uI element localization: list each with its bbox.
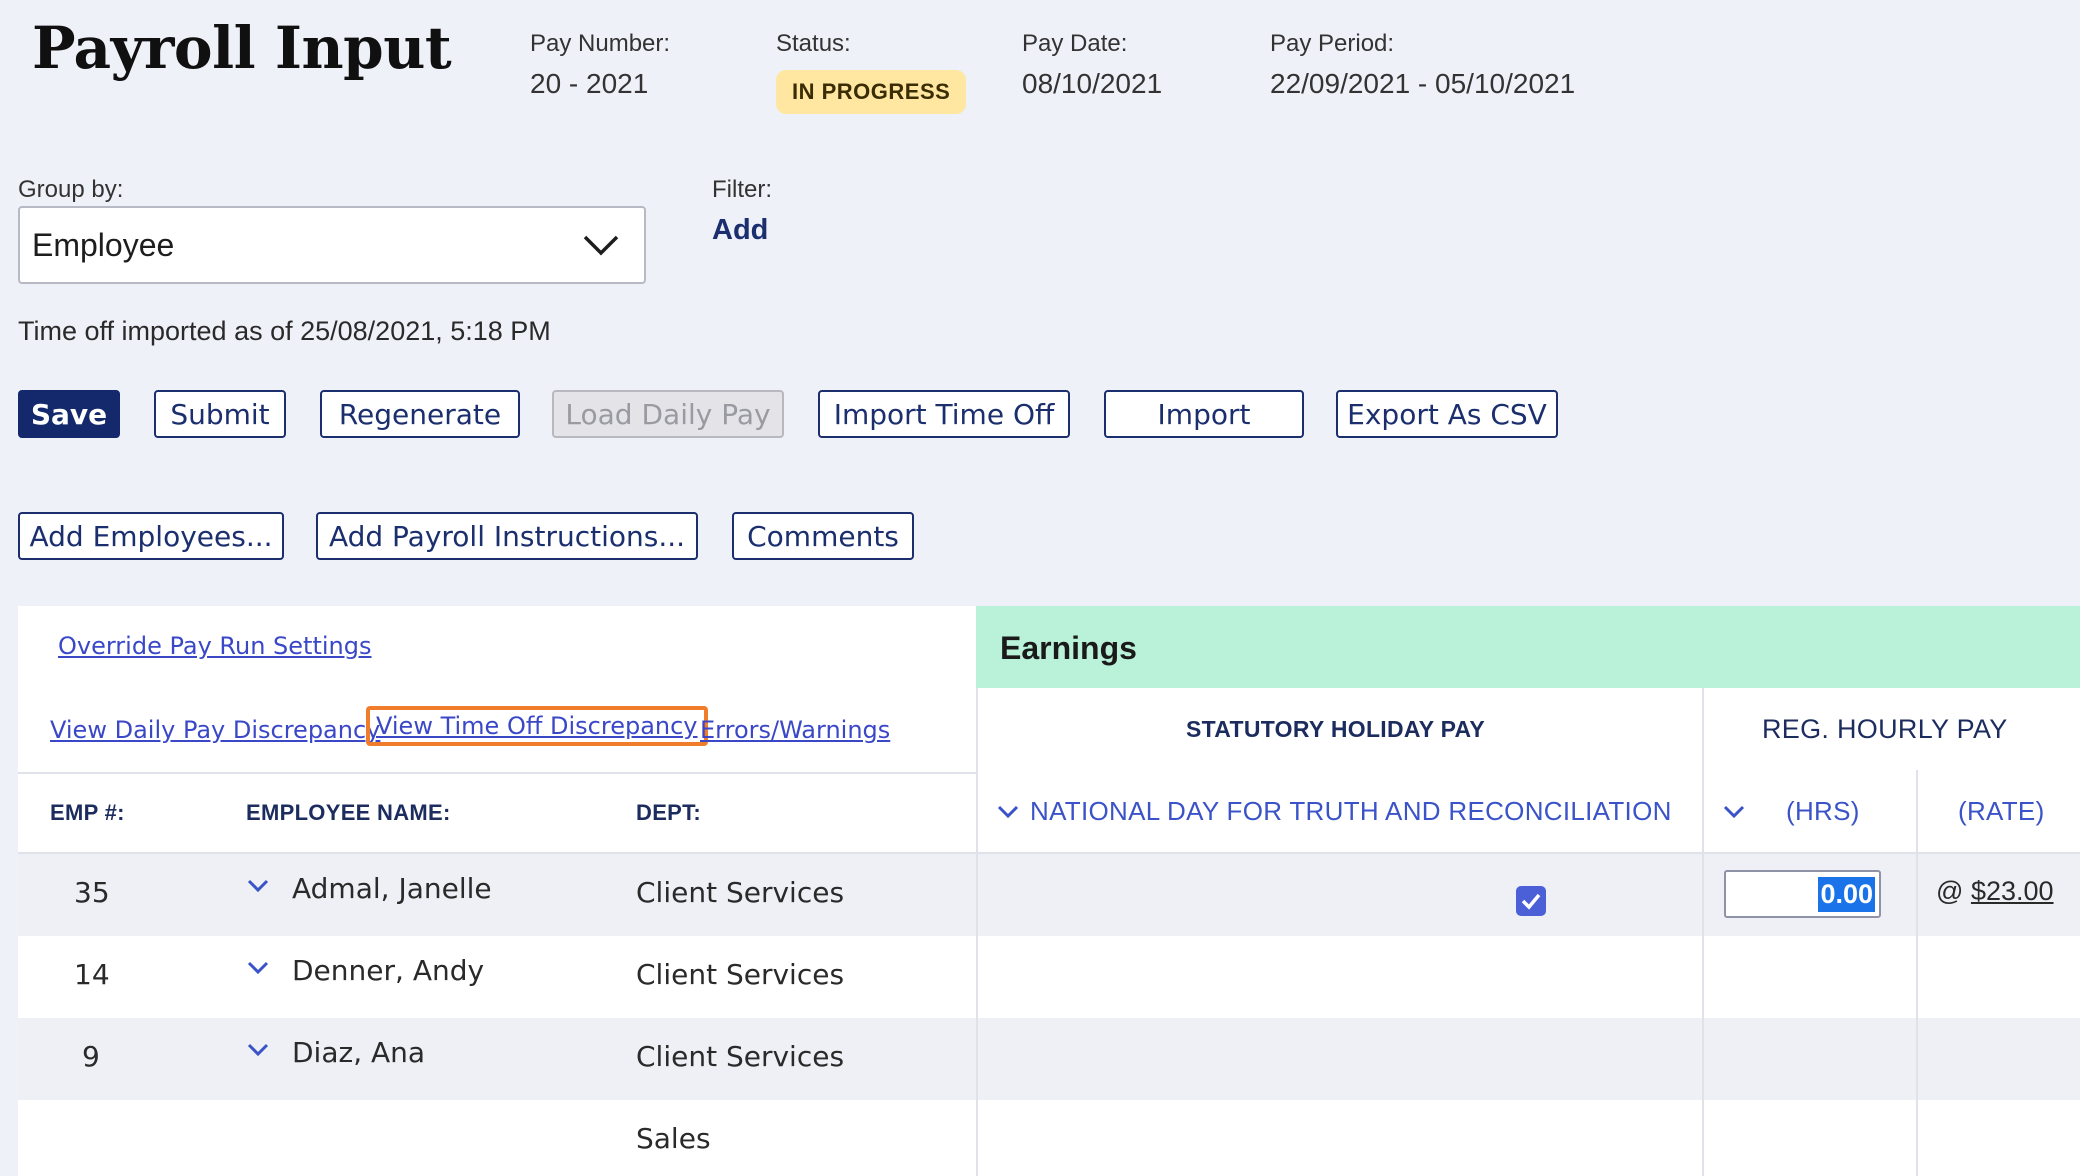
divider: [1916, 770, 1918, 1176]
import-time-off-button[interactable]: Import Time Off: [818, 390, 1070, 438]
comments-button[interactable]: Comments: [732, 512, 914, 560]
col-header-reg-hourly: REG. HOURLY PAY: [1762, 714, 2008, 744]
export-csv-button[interactable]: Export As CSV: [1336, 390, 1558, 438]
pay-period-label: Pay Period:: [1270, 30, 1395, 57]
regenerate-button[interactable]: Regenerate: [320, 390, 520, 438]
page-title: Payroll Input: [32, 14, 452, 82]
status-badge: IN PROGRESS: [776, 70, 967, 114]
col-header-dept[interactable]: DEPT:: [636, 800, 701, 826]
time-off-discrepancy-highlight: View Time Off Discrepancy: [366, 706, 708, 746]
row-dept: Sales: [636, 1122, 711, 1155]
chevron-down-icon[interactable]: [246, 878, 270, 894]
daily-pay-discrepancy-link[interactable]: View Daily Pay Discrepancy: [50, 716, 380, 744]
row-emp-number: 14: [74, 958, 110, 991]
pay-number-label: Pay Number:: [530, 30, 671, 57]
pay-number-value: 20 - 2021: [530, 68, 649, 99]
filter-label: Filter:: [712, 176, 772, 203]
col-header-statutory-holiday: STATUTORY HOLIDAY PAY: [1186, 716, 1485, 742]
import-button[interactable]: Import: [1104, 390, 1304, 438]
pay-date-label: Pay Date:: [1022, 30, 1128, 57]
time-off-imported-text: Time off imported as of 25/08/2021, 5:18…: [18, 316, 551, 346]
chevron-down-icon[interactable]: [246, 960, 270, 976]
row-emp-number: 9: [82, 1040, 100, 1073]
status-label: Status:: [776, 30, 851, 57]
stat-holiday-checkbox[interactable]: [1516, 886, 1546, 916]
pay-number-block: Pay Number: 20 - 2021: [530, 30, 670, 100]
pay-date-block: Pay Date: 08/10/2021: [1022, 30, 1162, 100]
row-dept: Client Services: [636, 876, 845, 909]
submit-button[interactable]: Submit: [154, 390, 286, 438]
stat-holiday-subheader[interactable]: NATIONAL DAY FOR TRUTH AND RECONCILIATIO…: [996, 796, 1672, 827]
earnings-header-band: [976, 606, 2080, 688]
add-payroll-instructions-button[interactable]: Add Payroll Instructions...: [316, 512, 698, 560]
time-off-discrepancy-link[interactable]: View Time Off Discrepancy: [376, 712, 698, 740]
filter-add-link[interactable]: Add: [712, 214, 768, 247]
row-emp-number: 35: [74, 876, 110, 909]
checkmark-icon: [1521, 893, 1541, 910]
errors-warnings-link[interactable]: Errors/Warnings: [700, 716, 890, 744]
chevron-down-icon: [583, 235, 619, 256]
group-by-label: Group by:: [18, 176, 124, 203]
divider: [1702, 688, 1704, 1176]
rate-value-link[interactable]: $23.00: [1971, 876, 2054, 906]
col-header-rate: (RATE): [1958, 796, 2045, 826]
divider: [18, 852, 2080, 854]
rate-prefix: @: [1936, 876, 1964, 906]
status-block: Status: IN PROGRESS: [776, 30, 967, 114]
pay-date-value: 08/10/2021: [1022, 68, 1163, 99]
row-dept: Client Services: [636, 958, 845, 991]
hours-input[interactable]: 0.00: [1724, 870, 1881, 918]
rate-display: @ $23.00: [1936, 876, 2054, 907]
hours-input-value: 0.00: [1818, 876, 1875, 912]
load-daily-pay-button[interactable]: Load Daily Pay: [552, 390, 784, 438]
divider: [18, 772, 976, 774]
row-employee-name[interactable]: Denner, Andy: [292, 954, 484, 987]
pay-period-block: Pay Period: 22/09/2021 - 05/10/2021: [1270, 30, 1575, 100]
chevron-down-icon[interactable]: [246, 1042, 270, 1058]
group-by-value: Employee: [32, 226, 175, 263]
row-employee-name[interactable]: Diaz, Ana: [292, 1036, 425, 1069]
col-header-hrs: (HRS): [1786, 796, 1860, 826]
chevron-down-icon: [997, 805, 1019, 818]
override-settings-link[interactable]: Override Pay Run Settings: [58, 632, 372, 660]
earnings-title: Earnings: [1000, 630, 1137, 666]
chevron-down-icon[interactable]: [1722, 804, 1746, 820]
col-header-employee-name[interactable]: EMPLOYEE NAME:: [246, 800, 451, 826]
row-employee-name[interactable]: Admal, Janelle: [292, 872, 492, 905]
add-employees-button[interactable]: Add Employees...: [18, 512, 284, 560]
stat-holiday-subheader-label: NATIONAL DAY FOR TRUTH AND RECONCILIATIO…: [1030, 796, 1672, 826]
pay-period-value: 22/09/2021 - 05/10/2021: [1270, 68, 1576, 99]
save-button[interactable]: Save: [18, 390, 120, 438]
col-header-emp[interactable]: EMP #:: [50, 800, 125, 826]
group-by-select[interactable]: Employee: [18, 206, 646, 284]
row-dept: Client Services: [636, 1040, 845, 1073]
divider: [976, 606, 978, 1176]
